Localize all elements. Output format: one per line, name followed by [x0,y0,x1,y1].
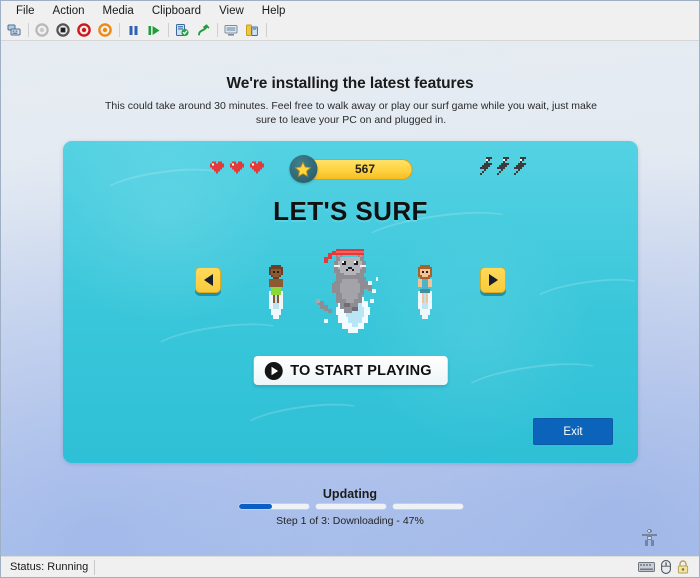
lightning-bolt-icon [514,157,526,175]
next-character-button[interactable] [480,267,506,293]
progress-segment-2 [316,504,386,509]
toolbar-separator [168,23,169,37]
progress-segment-3 [393,504,463,509]
star-icon [289,155,317,183]
toolbar-separator [217,23,218,37]
menu-bar: File Action Media Clipboard View Help [1,1,699,20]
toolbar [1,20,699,41]
menu-item-help[interactable]: Help [253,2,295,20]
menu-item-media[interactable]: Media [94,2,143,20]
lives-indicator [210,159,268,176]
start-playing-button[interactable]: TO START PLAYING [253,356,448,385]
resume-icon[interactable] [144,21,164,40]
score-indicator: 567 [289,155,412,183]
lock-icon[interactable] [677,560,689,574]
toolbar-separator [28,23,29,37]
lightning-bolt-icon [497,157,509,175]
character-surfer-cat[interactable] [310,241,392,344]
update-title: Updating [322,487,378,501]
status-bar: Status: Running [1,556,699,577]
update-status-text: Step 1 of 3: Downloading - 47% [276,515,424,527]
vm-screen[interactable]: We're installing the latest features Thi… [1,41,699,556]
reset-icon[interactable] [95,21,115,40]
heart-icon [210,161,224,174]
shutdown-icon[interactable] [53,21,73,40]
start-icon[interactable] [32,21,52,40]
chevron-left-icon [203,274,213,286]
page-title: We're installing the latest features [226,75,474,92]
heart-icon [250,161,264,174]
score-value: 567 [304,158,412,180]
status-text: Status: Running [10,560,89,573]
checkpoint-icon[interactable] [172,21,192,40]
progress-segment-1 [239,504,309,509]
prev-character-button[interactable] [195,267,221,293]
wave-decor [241,397,365,441]
game-title: LET'S SURF [273,196,428,226]
update-progress-bar [239,504,463,509]
accessibility-icon[interactable] [641,528,658,552]
progress-fill [239,504,272,509]
mouse-icon[interactable] [661,560,671,574]
character-carousel [63,249,638,339]
menu-item-action[interactable]: Action [44,2,94,20]
boost-indicator [478,157,528,177]
lightning-bolt-icon [480,157,492,175]
keyboard-icon[interactable] [638,561,655,573]
enhanced-session-icon[interactable] [221,21,241,40]
status-icons [638,560,695,574]
menu-item-view[interactable]: View [210,2,253,20]
turn-off-icon[interactable] [74,21,94,40]
pause-icon[interactable] [123,21,143,40]
game-hud: 567 [63,155,638,185]
character-surfer-girl[interactable] [410,261,440,328]
surf-game-panel[interactable]: 567 LET'S SURF TO START PLAYING Exit [63,141,638,463]
status-divider [94,559,96,575]
chevron-right-icon [488,274,498,286]
ctrl-alt-del-icon[interactable] [4,21,24,40]
exit-button[interactable]: Exit [533,418,613,445]
menu-item-clipboard[interactable]: Clipboard [143,2,210,20]
heart-icon [230,161,244,174]
revert-icon[interactable] [193,21,213,40]
menu-item-file[interactable]: File [7,2,44,20]
toolbar-separator [266,23,267,37]
play-circle-icon [264,361,283,380]
toolbar-separator [119,23,120,37]
character-surfer-boy[interactable] [261,261,291,328]
wave-decor [461,356,605,406]
page-subtitle: This could take around 30 minutes. Feel … [105,100,597,126]
vm-connection-window: File Action Media Clipboard View Help We… [0,0,700,578]
start-playing-label: TO START PLAYING [290,362,432,379]
settings-icon[interactable] [242,21,262,40]
